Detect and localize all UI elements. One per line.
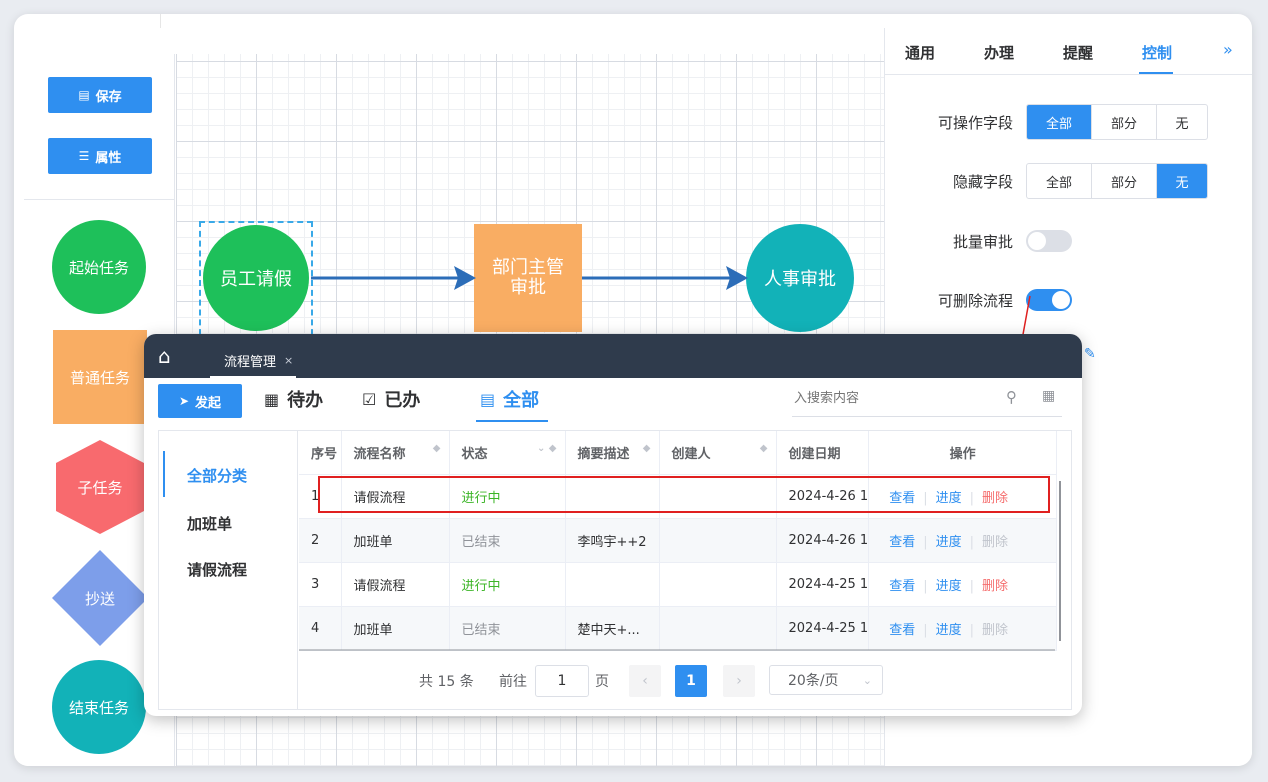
- cell-creator: [659, 606, 777, 651]
- cell-name: 加班单: [341, 606, 450, 651]
- send-icon: ➤: [178, 394, 190, 408]
- tab-process-manager[interactable]: 流程管理 ×: [210, 342, 296, 378]
- active-category-bar: [163, 451, 165, 497]
- list-icon: ▤: [480, 389, 496, 409]
- sort-icon[interactable]: ◆: [433, 443, 441, 454]
- sort-icon[interactable]: ◆: [760, 443, 768, 454]
- cell-status: 已结束: [449, 606, 566, 651]
- highlight-box: [318, 476, 1050, 513]
- home-icon[interactable]: ⌂: [158, 344, 171, 368]
- category-leave[interactable]: 请假流程: [187, 559, 247, 580]
- cell-actions: 查看 | 进度 | 删除: [868, 562, 1058, 607]
- delete-link-disabled: 删除: [982, 535, 1009, 550]
- process-table: 序号 流程名称 ◆ 状态 ⌄ ◆ 摘要描述 ◆ 创建人 ◆ 创建日期 操作 1 请假流程…: [299, 431, 1058, 651]
- progress-link[interactable]: 进度: [936, 579, 962, 594]
- cell-summary: 楚中天+...: [565, 606, 660, 651]
- sort-icon[interactable]: ◆: [643, 443, 651, 454]
- delete-link-disabled: 删除: [982, 623, 1009, 638]
- prev-page-button[interactable]: ‹: [629, 665, 661, 697]
- chevron-down-icon: ⌄: [862, 673, 872, 687]
- horizontal-scrollbar[interactable]: [299, 649, 1055, 651]
- table-row[interactable]: 3 请假流程 进行中 2024-4-25 1 查看 | 进度 | 删除: [299, 562, 1058, 607]
- col-actions: 操作: [868, 431, 1058, 475]
- total-count: 共 15 条: [419, 674, 474, 690]
- start-process-button[interactable]: ➤ 发起: [158, 384, 242, 418]
- category-all[interactable]: 全部分类: [187, 465, 247, 486]
- cell-creator: [659, 518, 777, 563]
- vertical-scrollbar[interactable]: [1059, 481, 1061, 641]
- cell-actions: 查看 | 进度 | 删除: [868, 518, 1058, 563]
- cell-status: 已结束: [449, 518, 566, 563]
- cell-summary: [565, 562, 660, 607]
- col-name[interactable]: 流程名称 ◆: [341, 431, 450, 475]
- cell-name: 加班单: [341, 518, 450, 563]
- process-manager-dialog: ⌂ 流程管理 × ➤发起 ▦待办 ☑已办 ▤全部 ⚲ ▦ 全部分类 加班单 请假…: [144, 334, 1082, 716]
- cell-summary: 李鸣宇++2: [565, 518, 660, 563]
- cell-status: 进行中: [449, 562, 566, 607]
- col-no: 序号: [299, 431, 342, 475]
- view-link[interactable]: 查看: [889, 579, 915, 594]
- col-status[interactable]: 状态 ⌄ ◆: [449, 431, 566, 475]
- page-size-select[interactable]: 20条/页 ⌄: [769, 665, 883, 695]
- table-header-row: 序号 流程名称 ◆ 状态 ⌄ ◆ 摘要描述 ◆ 创建人 ◆ 创建日期 操作: [299, 431, 1058, 475]
- tab-done[interactable]: ☑ 已办: [362, 386, 420, 412]
- category-list: 全部分类 加班单 请假流程: [159, 431, 298, 709]
- cell-name: 请假流程: [341, 562, 450, 607]
- close-tab-icon[interactable]: ×: [284, 354, 293, 367]
- col-date[interactable]: 创建日期: [776, 431, 870, 475]
- calendar-icon[interactable]: ▦: [1042, 388, 1055, 404]
- page-unit-label: 页: [595, 674, 609, 690]
- cell-creator: [659, 562, 777, 607]
- dialog-body: 全部分类 加班单 请假流程 序号 流程名称 ◆ 状态 ⌄ ◆ 摘要描述 ◆ 创建人 ◆ …: [158, 430, 1072, 710]
- pagination: 共 15 条 前往 1 页 ‹ 1 › 20条/页 ⌄: [299, 653, 1071, 709]
- cell-actions: 查看 | 进度 | 删除: [868, 606, 1058, 651]
- todo-list-icon: ▦: [264, 389, 280, 409]
- dialog-toolbar: ➤发起 ▦待办 ☑已办 ▤全部 ⚲ ▦: [144, 378, 1082, 424]
- category-overtime[interactable]: 加班单: [187, 513, 232, 534]
- tab-todo[interactable]: ▦ 待办: [264, 386, 323, 412]
- page-jump-input[interactable]: 1: [535, 665, 589, 697]
- tab-all[interactable]: ▤ 全部: [480, 386, 539, 412]
- cell-no: 3: [299, 562, 342, 607]
- tab-all-underline: [476, 420, 548, 422]
- progress-link[interactable]: 进度: [936, 623, 962, 638]
- search-box: ⚲ ▦: [792, 384, 1062, 417]
- next-page-button[interactable]: ›: [723, 665, 755, 697]
- cell-no: 4: [299, 606, 342, 651]
- sort-icon[interactable]: ⌄ ◆: [537, 443, 557, 454]
- table-row[interactable]: 4 加班单 已结束 楚中天+... 2024-4-25 1 查看 | 进度 | 删除: [299, 606, 1058, 651]
- view-link[interactable]: 查看: [889, 623, 915, 638]
- delete-link[interactable]: 删除: [982, 579, 1008, 594]
- dialog-header: ⌂ 流程管理 ×: [144, 334, 1082, 378]
- done-check-icon: ☑: [362, 389, 377, 409]
- cell-date: 2024-4-26 1: [776, 518, 870, 563]
- view-link[interactable]: 查看: [889, 535, 915, 550]
- goto-label: 前往: [499, 674, 527, 690]
- page-1-button[interactable]: 1: [675, 665, 707, 697]
- cell-date: 2024-4-25 1: [776, 606, 870, 651]
- cell-date: 2024-4-25 1: [776, 562, 870, 607]
- col-creator[interactable]: 创建人 ◆: [659, 431, 777, 475]
- search-input[interactable]: [792, 390, 996, 407]
- cell-no: 2: [299, 518, 342, 563]
- search-icon[interactable]: ⚲: [1006, 388, 1017, 406]
- col-summary[interactable]: 摘要描述 ◆: [565, 431, 660, 475]
- table-row[interactable]: 2 加班单 已结束 李鸣宇++2 2024-4-26 1 查看 | 进度 | 删除: [299, 518, 1058, 563]
- progress-link[interactable]: 进度: [936, 535, 962, 550]
